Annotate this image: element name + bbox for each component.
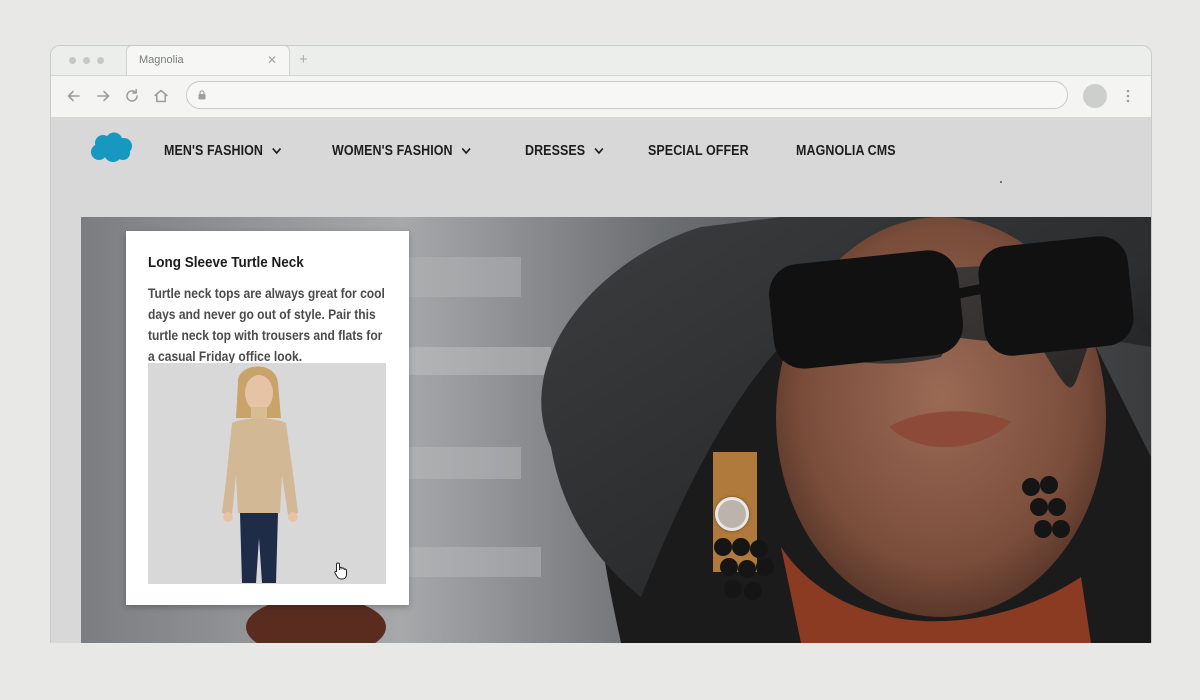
chevron-down-icon xyxy=(272,147,282,155)
chevron-down-icon xyxy=(462,147,471,155)
plus-icon[interactable]: + xyxy=(299,51,308,68)
chevron-down-icon xyxy=(594,147,604,155)
browser-tab[interactable]: Magnolia ✕ xyxy=(126,46,290,75)
more-vertical-icon[interactable] xyxy=(1125,88,1131,104)
stray-dot xyxy=(1000,181,1002,183)
window-controls xyxy=(69,57,104,64)
minimize-window-dot[interactable] xyxy=(83,57,90,64)
nav-item-label: MEN'S FASHION xyxy=(164,143,264,159)
nav-item-label: SPECIAL OFFER xyxy=(648,143,750,159)
nav-womens-fashion[interactable]: WOMEN'S FASHION xyxy=(332,143,472,159)
browser-toolbar xyxy=(51,76,1151,118)
nav-item-label: DRESSES xyxy=(525,143,586,159)
address-bar[interactable] xyxy=(186,81,1068,109)
woman-in-beige-turtleneck-and-jeans xyxy=(148,363,386,584)
salesforce-cloud-logo[interactable] xyxy=(89,132,134,164)
tab-bar: Magnolia ✕ + xyxy=(51,46,1151,76)
arrow-right-icon[interactable] xyxy=(94,87,112,105)
webpage: MEN'S FASHION WOMEN'S FASHION DRESSES SP… xyxy=(51,117,1151,643)
browser-window: Magnolia ✕ + MEN'S FASHION WOMEN'S FASHI… xyxy=(50,45,1152,643)
nav-magnolia-cms[interactable]: MAGNOLIA CMS xyxy=(796,143,896,159)
product-card[interactable]: Long Sleeve Turtle Neck Turtle neck tops… xyxy=(126,231,409,605)
nav-dresses[interactable]: DRESSES xyxy=(525,143,604,159)
product-image[interactable] xyxy=(148,363,386,584)
nav-item-label: MAGNOLIA CMS xyxy=(796,143,897,159)
nav-special-offer[interactable]: SPECIAL OFFER xyxy=(648,143,749,159)
close-icon[interactable]: ✕ xyxy=(267,53,277,67)
site-header: MEN'S FASHION WOMEN'S FASHION DRESSES SP… xyxy=(51,117,1151,217)
nav-mens-fashion[interactable]: MEN'S FASHION xyxy=(164,143,282,159)
lock-icon xyxy=(198,90,206,100)
product-title: Long Sleeve Turtle Neck xyxy=(148,254,304,271)
home-icon[interactable] xyxy=(152,87,170,105)
product-hotspot[interactable] xyxy=(715,497,749,531)
close-window-dot[interactable] xyxy=(69,57,76,64)
product-description: Turtle neck tops are always great for co… xyxy=(148,286,385,364)
arrow-left-icon[interactable] xyxy=(65,87,83,105)
maximize-window-dot[interactable] xyxy=(97,57,104,64)
nav-item-label: WOMEN'S FASHION xyxy=(332,143,453,159)
main-nav: MEN'S FASHION WOMEN'S FASHION DRESSES SP… xyxy=(164,143,943,159)
tab-title: Magnolia xyxy=(139,54,184,66)
hero-banner: Long Sleeve Turtle Neck Turtle neck tops… xyxy=(81,217,1151,643)
profile-avatar[interactable] xyxy=(1083,84,1107,108)
reload-icon[interactable] xyxy=(123,87,141,105)
